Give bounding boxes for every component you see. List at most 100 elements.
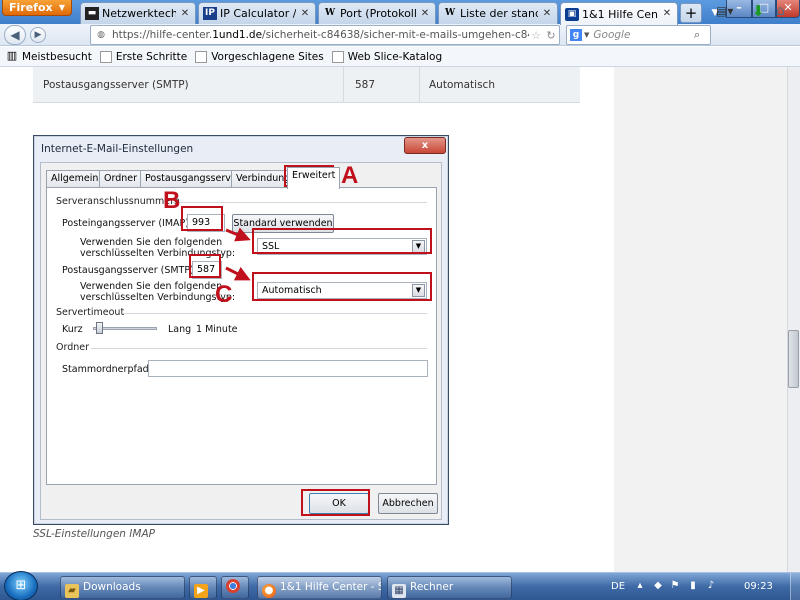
new-tab-button[interactable]: + xyxy=(680,3,702,23)
folder-icon: ▰ xyxy=(65,584,79,598)
close-tab-icon[interactable]: ✕ xyxy=(299,8,311,20)
smtp-encryption-value: Automatisch xyxy=(262,285,322,296)
firefox-icon: ● xyxy=(262,584,276,598)
wikipedia-icon: W xyxy=(324,8,336,18)
page-right-column xyxy=(614,67,787,572)
imap-port-input[interactable]: 993 xyxy=(187,214,225,232)
group-divider xyxy=(123,313,427,314)
taskbar-item-label: Downloads xyxy=(83,581,141,593)
firefox-menu-label: Firefox xyxy=(9,1,53,14)
browser-tab-netzwerktechnik[interactable]: ▬ Netzwerktechnik / ... ✕ xyxy=(80,2,196,24)
cancel-button[interactable]: Abbrechen xyxy=(378,493,438,514)
smtp-port-input[interactable]: 587 xyxy=(192,261,222,279)
table-cell-port: 587 xyxy=(355,79,376,91)
bookmark-label: Erste Schritte xyxy=(115,50,188,63)
volume-icon[interactable]: ♪ xyxy=(704,579,718,593)
browser-tab-port-protokoll[interactable]: W Port (Protokoll) – ... ✕ xyxy=(318,2,436,24)
forward-button[interactable]: ▶ xyxy=(30,27,46,43)
tray-arrow-icon[interactable]: ▴ xyxy=(633,579,647,593)
bookmark-star-icon[interactable]: ☆ xyxy=(529,29,543,42)
smtp-encryption-label-line2: verschlüsselten Verbindungstyp: xyxy=(80,292,236,303)
timeout-slider-handle[interactable] xyxy=(95,322,103,334)
group-folder-header: Ordner xyxy=(56,342,90,353)
browser-tab-ip-calculator[interactable]: IP IP Calculator / IP S... ✕ xyxy=(198,2,316,24)
chrome-icon xyxy=(226,579,240,593)
group-server-ports-header: Serveranschlussnummern xyxy=(56,196,180,207)
taskbar-item-rechner[interactable]: ▦ Rechner xyxy=(387,576,512,599)
smtp-encryption-label-line1: Verwenden Sie den folgenden xyxy=(80,281,223,292)
close-tab-icon[interactable]: ✕ xyxy=(661,8,673,20)
scrollbar-thumb[interactable] xyxy=(788,330,799,388)
dialog-title: Internet-E-Mail-Einstellungen xyxy=(41,143,194,155)
tab-postausgangsserver[interactable]: Postausgangsserver xyxy=(140,170,246,188)
smtp-encryption-select[interactable]: Automatisch ▼ xyxy=(257,282,427,299)
dialog-body: Allgemein Ordner Postausgangsserver Verb… xyxy=(40,162,442,520)
root-folder-label: Stammordnerpfad: xyxy=(62,364,152,375)
close-tab-icon[interactable]: ✕ xyxy=(541,8,553,20)
back-button[interactable]: ◀ xyxy=(4,25,26,45)
reload-icon[interactable]: ↻ xyxy=(543,29,559,42)
start-button[interactable]: ⊞ xyxy=(4,571,38,600)
taskbar-item-chrome[interactable] xyxy=(221,576,249,599)
tab-verbindung[interactable]: Verbindung xyxy=(231,170,296,188)
forward-arrow-icon: ▶ xyxy=(34,30,42,40)
url-bar[interactable]: ◍ https://hilfe-center.1und1.de/sicherhe… xyxy=(90,25,560,45)
input-language-indicator[interactable]: DE xyxy=(611,581,625,592)
table-cell-server: Postausgangsserver (SMTP) xyxy=(43,79,189,91)
search-placeholder: Google xyxy=(593,29,631,41)
browser-tab-liste-standardisierter[interactable]: W Liste der standardis... ✕ xyxy=(438,2,558,24)
annotation-label-b: B xyxy=(163,187,181,214)
ok-button[interactable]: OK xyxy=(309,493,369,514)
close-tab-icon[interactable]: ✕ xyxy=(179,8,191,20)
tray-app-icon[interactable]: ◆ xyxy=(651,579,665,593)
ip-icon: IP xyxy=(203,7,217,20)
network-icon[interactable]: ▮ xyxy=(686,579,700,593)
wikipedia-icon: W xyxy=(444,8,456,18)
1und1-icon: ▣ xyxy=(565,7,579,21)
tray-flag-icon[interactable]: ⚑ xyxy=(668,579,682,593)
smtp-port-label: Postausgangsserver (SMTP): xyxy=(62,265,197,276)
firefox-menu-button[interactable]: Firefox ▼ xyxy=(2,0,72,16)
tab-ordner[interactable]: Ordner xyxy=(99,170,143,188)
show-desktop-button[interactable] xyxy=(790,573,800,600)
root-folder-input[interactable] xyxy=(148,360,428,377)
tab-label: Liste der standardis... xyxy=(460,7,538,20)
url-domain: 1und1.de xyxy=(212,29,263,41)
close-tab-icon[interactable]: ✕ xyxy=(419,8,431,20)
bookmark-meistbesucht[interactable]: ▥ Meistbesucht xyxy=(6,50,92,63)
site-identity-icon[interactable]: ◍ xyxy=(94,28,108,42)
chevron-down-icon[interactable]: ▼ xyxy=(584,31,589,39)
dialog-close-button[interactable]: x xyxy=(404,137,446,154)
home-icon[interactable]: ⌂ xyxy=(776,2,794,20)
taskbar-item-downloads[interactable]: ▰ Downloads xyxy=(60,576,185,599)
tab-erweitert[interactable]: Erweitert xyxy=(287,167,341,189)
tab-allgemein[interactable]: Allgemein xyxy=(46,170,104,188)
search-icon[interactable]: ⌕ xyxy=(694,28,710,42)
tab-label: Port (Protokoll) – ... xyxy=(340,7,416,20)
page-scrollbar[interactable] xyxy=(787,67,800,572)
taskbar-clock[interactable]: 09:23 xyxy=(744,581,773,592)
url-text: https://hilfe-center.1und1.de/sicherheit… xyxy=(112,29,529,41)
search-bar[interactable]: g ▼ Google ⌕ xyxy=(566,25,711,45)
timeout-long-label: Lang xyxy=(168,324,192,335)
bookmarks-menu-icon[interactable]: ▤▾ xyxy=(716,3,742,19)
taskbar-item-media-player[interactable]: ▶ xyxy=(189,576,217,599)
download-icon[interactable]: ⬇ xyxy=(752,2,766,20)
imap-encryption-label-line1: Verwenden Sie den folgenden xyxy=(80,237,223,248)
bookmark-vorgeschlagene-sites[interactable]: Vorgeschlagene Sites xyxy=(195,50,324,63)
browser-tab-1und1-hilfe[interactable]: ▣ 1&1 Hilfe Center - ... ✕ xyxy=(560,2,678,25)
group-server-timeout-header: Servertimeout xyxy=(56,307,125,318)
taskbar-item-firefox[interactable]: ● 1&1 Hilfe Center - SS... xyxy=(257,576,382,599)
imap-encryption-value: SSL xyxy=(262,241,280,252)
email-settings-dialog: Internet-E-Mail-Einstellungen x Allgemei… xyxy=(33,135,449,525)
imap-encryption-select[interactable]: SSL ▼ xyxy=(257,238,427,255)
table-cell-encryption: Automatisch xyxy=(429,79,495,91)
bookmark-erste-schritte[interactable]: Erste Schritte xyxy=(99,50,188,63)
close-icon: x xyxy=(421,140,429,151)
google-icon[interactable]: g xyxy=(570,29,582,41)
url-path: /sicherheit-c84638/sicher-mit-e-mails-um… xyxy=(262,29,529,41)
annotation-label-c: C xyxy=(215,281,233,308)
bookmark-web-slice-katalog[interactable]: Web Slice-Katalog xyxy=(331,50,442,63)
use-default-button[interactable]: Standard verwenden xyxy=(232,214,334,233)
annotation-label-a: A xyxy=(341,162,359,189)
